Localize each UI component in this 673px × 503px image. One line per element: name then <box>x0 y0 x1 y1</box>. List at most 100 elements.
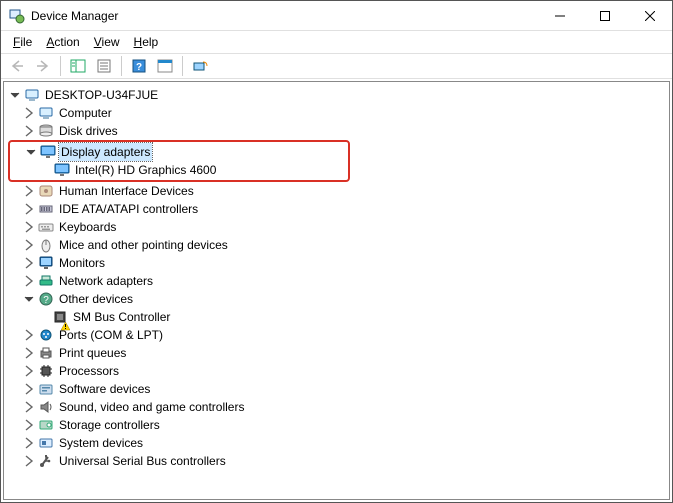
expand-icon[interactable] <box>22 184 36 198</box>
expand-icon[interactable] <box>22 436 36 450</box>
separator <box>60 56 61 76</box>
tree-node[interactable]: Network adapters <box>8 272 669 290</box>
tree-node[interactable]: Storage controllers <box>8 416 669 434</box>
title-bar: Device Manager <box>1 1 672 31</box>
tree-node[interactable]: Disk drives <box>8 122 669 140</box>
keyboard-icon <box>38 219 54 235</box>
mouse-icon <box>38 237 54 253</box>
node-label: Sound, video and game controllers <box>57 398 246 416</box>
tree-node[interactable]: Mice and other pointing devices <box>8 236 669 254</box>
expand-icon[interactable] <box>22 364 36 378</box>
expand-icon[interactable] <box>22 274 36 288</box>
highlight-annotation: Display adapters Intel(R) HD Graphics 46… <box>8 140 350 182</box>
svg-text:?: ? <box>136 62 142 73</box>
printer-icon <box>38 345 54 361</box>
node-label: SM Bus Controller <box>71 308 172 326</box>
storage-icon <box>38 417 54 433</box>
sound-icon <box>38 399 54 415</box>
help-button[interactable]: ? <box>127 55 151 77</box>
expand-icon[interactable] <box>22 220 36 234</box>
tree-node[interactable]: IDE ATA/ATAPI controllers <box>8 200 669 218</box>
expand-icon[interactable] <box>22 202 36 216</box>
cpu-icon <box>38 363 54 379</box>
collapse-icon[interactable] <box>24 145 38 159</box>
disk-icon <box>38 123 54 139</box>
expand-icon[interactable] <box>22 454 36 468</box>
node-label: Keyboards <box>57 218 118 236</box>
display-icon <box>40 144 56 160</box>
node-label: Ports (COM & LPT) <box>57 326 165 344</box>
app-icon <box>9 8 25 24</box>
node-label: Other devices <box>57 290 135 308</box>
collapse-icon[interactable] <box>22 292 36 306</box>
node-label: Intel(R) HD Graphics 4600 <box>73 161 218 179</box>
hid-icon <box>38 183 54 199</box>
tree-node[interactable]: Processors <box>8 362 669 380</box>
node-label: Network adapters <box>57 272 155 290</box>
expand-icon[interactable] <box>22 418 36 432</box>
node-label: Computer <box>57 104 114 122</box>
expand-icon[interactable] <box>22 400 36 414</box>
tree-node[interactable]: Universal Serial Bus controllers <box>8 452 669 470</box>
forward-button[interactable] <box>31 55 55 77</box>
toolbar: ? <box>1 53 672 79</box>
expand-icon[interactable] <box>22 346 36 360</box>
wizard-button[interactable] <box>153 55 177 77</box>
usb-icon <box>38 453 54 469</box>
node-label: Mice and other pointing devices <box>57 236 230 254</box>
maximize-button[interactable] <box>582 1 627 30</box>
tree-node[interactable]: Sound, video and game controllers <box>8 398 669 416</box>
separator <box>182 56 183 76</box>
node-label: Storage controllers <box>57 416 162 434</box>
menu-action[interactable]: Action <box>40 34 85 50</box>
node-label: Software devices <box>57 380 152 398</box>
tree-node[interactable]: Display adapters <box>10 143 348 161</box>
computer-icon <box>38 105 54 121</box>
network-icon <box>38 273 54 289</box>
device-tree[interactable]: DESKTOP-U34FJUE Computer Disk drives Dis… <box>3 81 670 500</box>
tree-child-node[interactable]: SM Bus Controller <box>8 308 669 326</box>
menu-help[interactable]: Help <box>128 34 165 50</box>
port-icon <box>38 327 54 343</box>
minimize-button[interactable] <box>537 1 582 30</box>
expand-icon[interactable] <box>22 382 36 396</box>
separator <box>121 56 122 76</box>
other-icon <box>38 291 54 307</box>
show-hide-tree-button[interactable] <box>66 55 90 77</box>
collapse-icon[interactable] <box>8 88 22 102</box>
expand-icon[interactable] <box>22 328 36 342</box>
expand-icon[interactable] <box>22 106 36 120</box>
menu-view[interactable]: View <box>88 34 126 50</box>
back-button[interactable] <box>5 55 29 77</box>
expand-icon[interactable] <box>22 256 36 270</box>
tree-node[interactable]: Print queues <box>8 344 669 362</box>
tree-node[interactable]: Keyboards <box>8 218 669 236</box>
node-label: Display adapters <box>59 143 152 161</box>
tree-root-node[interactable]: DESKTOP-U34FJUE <box>8 86 669 104</box>
properties-button[interactable] <box>92 55 116 77</box>
tree-node[interactable]: Software devices <box>8 380 669 398</box>
chip-icon <box>52 309 68 325</box>
node-label: Human Interface Devices <box>57 182 196 200</box>
tree-child-node[interactable]: Intel(R) HD Graphics 4600 <box>10 161 348 179</box>
ide-icon <box>38 201 54 217</box>
tree-node[interactable]: Monitors <box>8 254 669 272</box>
scan-hardware-button[interactable] <box>188 55 212 77</box>
node-label: Universal Serial Bus controllers <box>57 452 228 470</box>
soft-icon <box>38 381 54 397</box>
expand-icon[interactable] <box>22 124 36 138</box>
tree-node[interactable]: System devices <box>8 434 669 452</box>
expand-icon[interactable] <box>22 238 36 252</box>
node-label: Disk drives <box>57 122 120 140</box>
menu-file[interactable]: File <box>7 34 38 50</box>
display-icon <box>54 162 70 178</box>
tree-node[interactable]: Human Interface Devices <box>8 182 669 200</box>
window-title: Device Manager <box>31 9 537 23</box>
tree-node[interactable]: Other devices <box>8 290 669 308</box>
node-label: Monitors <box>57 254 107 272</box>
tree-node[interactable]: Ports (COM & LPT) <box>8 326 669 344</box>
root-label: DESKTOP-U34FJUE <box>43 86 160 104</box>
close-button[interactable] <box>627 1 672 30</box>
computer-icon <box>24 87 40 103</box>
tree-node[interactable]: Computer <box>8 104 669 122</box>
